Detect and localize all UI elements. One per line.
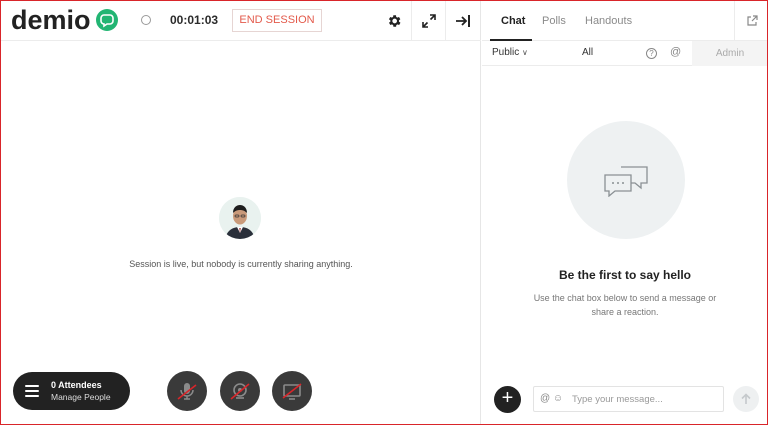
collapse-panel-button[interactable]: [445, 1, 479, 41]
external-link-icon: [746, 15, 758, 26]
empty-chat-title: Be the first to say hello: [558, 268, 692, 282]
mention-icon[interactable]: @: [670, 46, 681, 58]
fullscreen-button[interactable]: [411, 1, 445, 41]
attendees-button[interactable]: 0 Attendees Manage People: [13, 372, 130, 410]
toggle-screen-share-button[interactable]: [272, 371, 312, 411]
send-message-button[interactable]: [733, 386, 759, 412]
settings-button[interactable]: [377, 1, 411, 41]
recording-indicator-icon: [141, 15, 151, 25]
mic-off-icon: [177, 383, 197, 400]
chevron-down-icon: ∨: [522, 48, 528, 57]
chat-input-placeholder: Type your message...: [572, 394, 663, 405]
empty-chat-illustration: [567, 121, 685, 239]
attendee-count: 0 Attendees: [51, 380, 102, 390]
toggle-camera-button[interactable]: [220, 371, 260, 411]
tab-chat[interactable]: Chat: [501, 15, 525, 27]
screen-share-off-icon: [282, 383, 302, 400]
audience-filter[interactable]: All: [582, 47, 593, 58]
collapse-panel-icon: [455, 15, 470, 27]
app-window: demio 00:01:03 END SESSION Session is li…: [0, 0, 768, 425]
popout-chat-button[interactable]: [734, 1, 767, 41]
session-timer: 00:01:03: [170, 13, 219, 27]
visibility-dropdown[interactable]: Public ∨: [492, 47, 528, 58]
tab-handouts[interactable]: Handouts: [585, 15, 632, 27]
chat-message-input[interactable]: @ ☺ Type your message...: [533, 386, 724, 412]
gear-icon: [388, 15, 401, 27]
admin-tab[interactable]: Admin: [692, 41, 767, 66]
add-reaction-button[interactable]: +: [494, 386, 521, 413]
host-avatar: [219, 197, 261, 239]
camera-off-icon: [230, 383, 250, 400]
help-icon[interactable]: ?: [646, 48, 657, 59]
demio-logo: demio: [11, 5, 91, 35]
empty-chat-hint: Use the chat box below to send a message…: [533, 293, 717, 317]
end-session-button[interactable]: END SESSION: [232, 9, 322, 32]
visibility-value: Public: [492, 47, 520, 58]
toggle-microphone-button[interactable]: [167, 371, 207, 411]
chat-sidebar: Chat Polls Handouts Public ∨ All ? @ Adm…: [482, 1, 767, 424]
stage-status-message: Session is live, but nobody is currently…: [129, 259, 353, 269]
chat-bubbles-icon: [604, 166, 648, 197]
sidebar-tabs: Chat Polls Handouts: [482, 1, 767, 41]
manage-people-label: Manage People: [51, 392, 111, 402]
top-toolbar: demio 00:01:03 END SESSION: [1, 1, 481, 41]
tab-polls[interactable]: Polls: [542, 15, 566, 27]
demio-logo-mark-icon: [96, 9, 118, 31]
chat-filter-bar: Public ∨ All ? @ Admin: [482, 41, 767, 66]
mention-emoji-icons[interactable]: @ ☺: [540, 393, 563, 404]
presentation-stage: demio 00:01:03 END SESSION Session is li…: [1, 1, 481, 424]
expand-icon: [421, 14, 436, 28]
hamburger-menu-icon: [25, 385, 39, 397]
arrow-up-icon: [741, 393, 751, 404]
